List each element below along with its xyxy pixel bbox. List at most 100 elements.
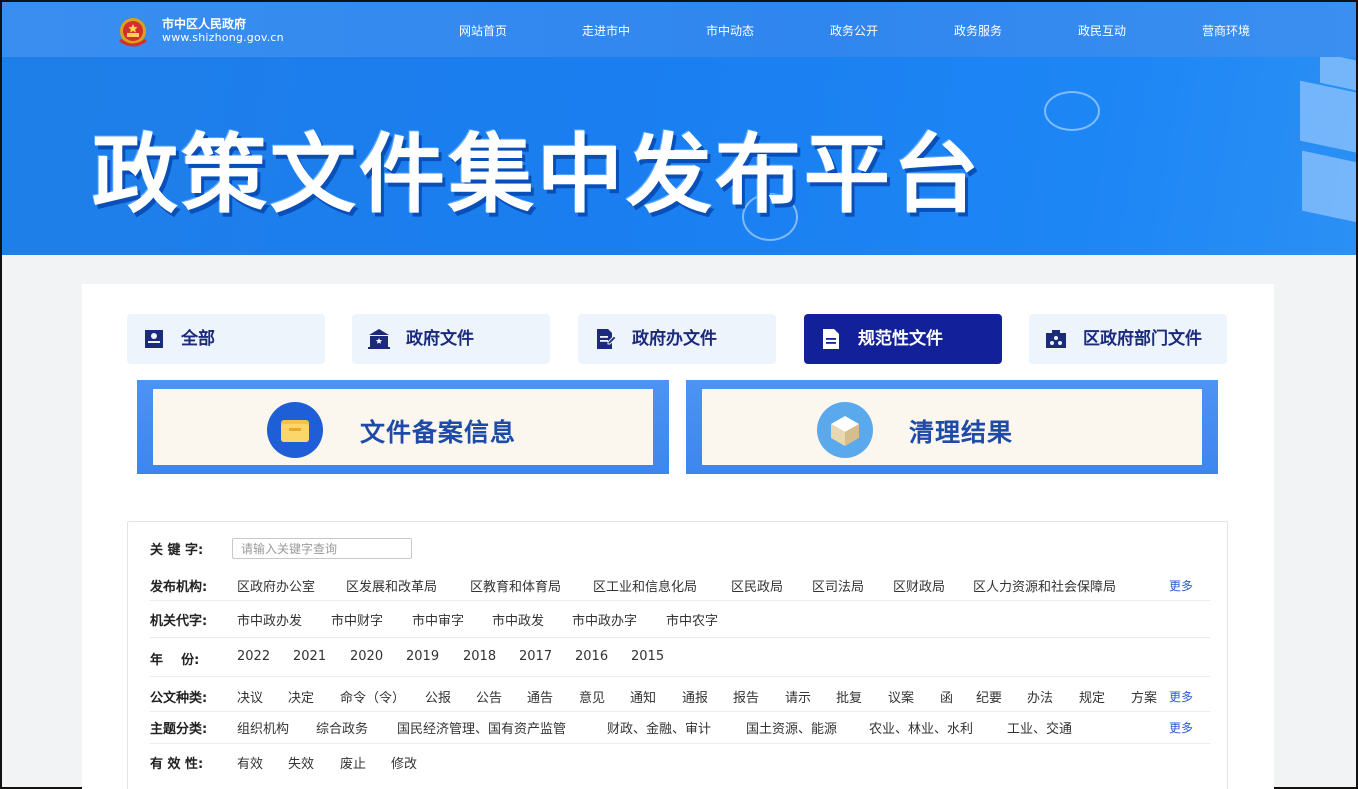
hero-banner: 政策文件集中发布平台 [2,57,1356,255]
main-content: 全部 政府文件 政府办文件 规范性文件 区政府部门文件 文件备案信息 清理结果 … [82,284,1274,789]
filter-option[interactable]: 规定 [1079,687,1105,706]
card-label: 文件备案信息 [360,418,517,447]
id-card-icon [145,330,163,348]
filter-option[interactable]: 公告 [476,687,502,706]
filter-label: 机关代字: [150,614,208,629]
nav-interaction[interactable]: 政民互动 [1078,22,1126,39]
filter-option[interactable]: 纪要 [976,687,1002,706]
filter-row-year: 年 份: 2022 2021 2020 2019 2018 2017 2016 … [150,638,1210,677]
tab-label: 政府文件 [406,329,474,349]
filter-option[interactable]: 市中审字 [412,610,464,629]
filter-option[interactable]: 国民经济管理、国有资产监管 [397,718,566,737]
topic-more-link[interactable]: 更多 [1169,719,1193,736]
filter-option[interactable]: 2021 [293,649,326,664]
filter-option[interactable]: 命令（令） [340,687,405,706]
filter-option[interactable]: 区人力资源和社会保障局 [973,576,1116,595]
filter-label: 关 键 字: [150,543,204,558]
filter-row-code: 机关代字: 市中政办发 市中财字 市中审字 市中政发 市中政办字 市中农字 [150,601,1210,638]
tab-label: 全部 [181,329,215,349]
tab-department-documents[interactable]: 区政府部门文件 [1029,314,1227,364]
filter-label: 公文种类: [150,691,208,706]
filter-row-validity: 有 效 性: 有效 失效 废止 修改 [150,744,1210,780]
filter-label: 年 份: [150,653,200,668]
card-label: 清理结果 [909,418,1014,447]
decor-shape [1300,80,1356,154]
filter-option[interactable]: 2022 [237,649,270,664]
filter-option[interactable]: 市中农字 [666,610,718,629]
nav-about[interactable]: 走进市中 [582,22,630,39]
box-icon [817,402,873,458]
department-icon [1046,330,1066,348]
filter-option[interactable]: 办法 [1027,687,1053,706]
tab-government-documents[interactable]: 政府文件 [352,314,550,364]
filter-row-topic: 主题分类: 组织机构 综合政务 国民经济管理、国有资产监管 财政、金融、审计 国… [150,712,1210,744]
nav-open-government[interactable]: 政务公开 [830,22,878,39]
filter-option[interactable]: 修改 [391,753,417,772]
filter-option[interactable]: 区教育和体育局 [470,576,561,595]
filter-option[interactable]: 2015 [631,649,664,664]
card-inner: 文件备案信息 [153,389,653,465]
tab-normative-documents[interactable]: 规范性文件 [804,314,1002,364]
filter-label: 主题分类: [150,722,208,737]
filter-option[interactable]: 区财政局 [893,576,945,595]
filter-option[interactable]: 方案 [1131,687,1157,706]
filter-option[interactable]: 2018 [463,649,496,664]
filter-option[interactable]: 废止 [340,753,366,772]
filter-option[interactable]: 市中财字 [331,610,383,629]
filter-option[interactable]: 议案 [888,687,914,706]
filter-option[interactable]: 2020 [350,649,383,664]
filter-option[interactable]: 通告 [527,687,553,706]
filter-option[interactable]: 国土资源、能源 [746,718,837,737]
filter-option[interactable]: 请示 [785,687,811,706]
filter-option[interactable]: 报告 [733,687,759,706]
card-filing-info[interactable]: 文件备案信息 [137,380,669,474]
filter-option[interactable]: 农业、林业、水利 [869,718,973,737]
nav-news[interactable]: 市中动态 [706,22,754,39]
filter-option[interactable]: 区民政局 [731,576,783,595]
filter-option[interactable]: 市中政办字 [572,610,637,629]
filter-row-keyword: 关 键 字: [150,522,1210,564]
top-header: 市中区人民政府 www.shizhong.gov.cn 网站首页 走进市中 市中… [2,2,1356,57]
document-edit-icon [597,329,616,349]
filter-option[interactable]: 公报 [425,687,451,706]
government-building-icon [368,329,390,349]
filter-option[interactable]: 组织机构 [237,718,289,737]
filter-label: 发布机构: [150,580,208,595]
filter-option[interactable]: 区政府办公室 [237,576,315,595]
filter-row-doc-type: 公文种类: 决议 决定 命令（令） 公报 公告 通告 意见 通知 通报 报告 请… [150,677,1210,712]
filter-option[interactable]: 2017 [519,649,552,664]
filter-option[interactable]: 区司法局 [812,576,864,595]
filter-option[interactable]: 区工业和信息化局 [593,576,697,595]
filter-option[interactable]: 函 [940,687,953,706]
filter-option[interactable]: 2016 [575,649,608,664]
filter-option[interactable]: 通知 [630,687,656,706]
filter-label: 有 效 性: [150,757,204,772]
nav-business[interactable]: 营商环境 [1202,22,1250,39]
filter-option[interactable]: 决定 [288,687,314,706]
keyword-search-input[interactable] [232,538,412,559]
filter-option[interactable]: 失效 [288,753,314,772]
filter-option[interactable]: 市中政发 [492,610,544,629]
filter-option[interactable]: 通报 [682,687,708,706]
filter-option[interactable]: 财政、金融、审计 [607,718,711,737]
nav-services[interactable]: 政务服务 [954,22,1002,39]
filter-option[interactable]: 有效 [237,753,263,772]
filter-option[interactable]: 工业、交通 [1007,718,1072,737]
filter-option[interactable]: 市中政办发 [237,610,302,629]
publisher-more-link[interactable]: 更多 [1169,577,1193,594]
filter-option[interactable]: 决议 [237,687,263,706]
filter-option[interactable]: 批复 [836,687,862,706]
doc-type-more-link[interactable]: 更多 [1169,688,1193,705]
card-cleanup-results[interactable]: 清理结果 [686,380,1218,474]
tab-label: 规范性文件 [858,329,943,349]
card-inner: 清理结果 [702,389,1202,465]
nav-home[interactable]: 网站首页 [459,22,507,39]
filter-option[interactable]: 区发展和改革局 [346,576,437,595]
tab-office-documents[interactable]: 政府办文件 [578,314,776,364]
document-icon [823,329,839,349]
tab-all[interactable]: 全部 [127,314,325,364]
tab-label: 区政府部门文件 [1083,329,1202,349]
filter-option[interactable]: 2019 [406,649,439,664]
filter-option[interactable]: 意见 [579,687,605,706]
filter-option[interactable]: 综合政务 [316,718,368,737]
